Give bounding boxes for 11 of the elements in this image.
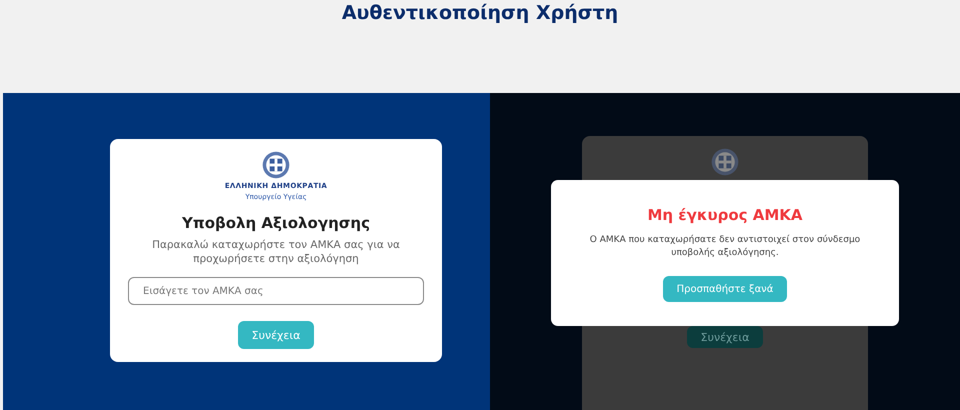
emblem-icon bbox=[262, 151, 290, 179]
instructions: Παρακαλώ καταχωρήστε τον ΑΜΚΑ σας για να προχωρήσετε στην αξιολόγηση bbox=[151, 238, 401, 266]
page-title: Αυθεντικοποίηση Χρήστη bbox=[342, 2, 618, 24]
submit-button[interactable]: Συνέχεια bbox=[686, 326, 764, 348]
submit-button[interactable]: Συνέχεια bbox=[238, 321, 314, 349]
form-title: Υποβολη Αξιολογησης bbox=[182, 214, 370, 232]
dialog-message: Ο ΑΜΚΑ που καταχωρήσατε δεν αντιστοιχεί στον σύνδεσμο υποβολής αξιολόγησης. bbox=[588, 234, 862, 260]
retry-button[interactable]: Προσπαθήστε ξανά bbox=[662, 276, 788, 302]
amka-field[interactable]: Εισάγετε τον ΑΜΚΑ σας bbox=[128, 277, 424, 305]
dialog-title: Μη έγκυρος ΑΜΚΑ bbox=[647, 206, 803, 224]
emblem-icon bbox=[711, 148, 739, 176]
